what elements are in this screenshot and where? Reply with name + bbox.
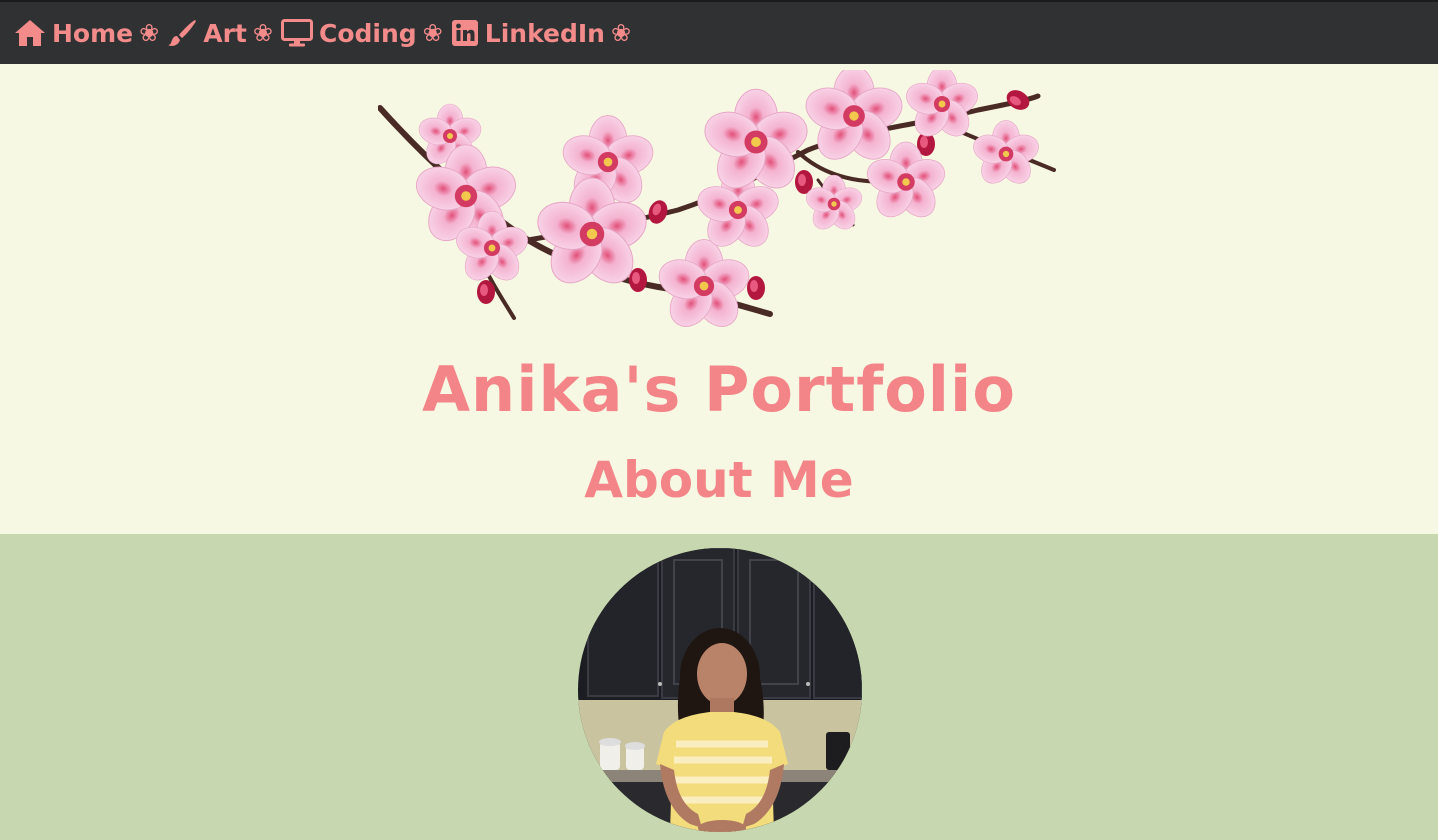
home-icon: [15, 20, 45, 46]
nav-linkedin-label: LinkedIn: [484, 18, 605, 48]
nav-separator: ❀: [610, 19, 632, 47]
section-heading: About Me: [584, 451, 854, 509]
top-nav-bar: Home ❀ Art ❀ Coding ❀ LinkedIn ❀: [0, 0, 1438, 64]
about-section: [0, 534, 1438, 840]
cherry-blossom-branch-image: [378, 70, 1056, 334]
page-title: Anika's Portfolio: [422, 353, 1016, 426]
profile-photo-image: [578, 548, 862, 832]
nav-home-label: Home: [52, 18, 134, 48]
nav-art-label: Art: [203, 18, 247, 48]
nav-separator: ❀: [252, 19, 273, 47]
nav-linkedin-link[interactable]: LinkedIn: [451, 19, 605, 48]
desktop-icon: [280, 19, 313, 47]
profile-photo: [578, 548, 862, 832]
linkedin-icon: [451, 20, 478, 46]
nav-separator: ❀: [139, 19, 160, 47]
paintbrush-icon: [168, 20, 197, 46]
nav-separator: ❀: [422, 19, 443, 47]
nav-coding-label: Coding: [318, 18, 417, 48]
hero-section: Anika's Portfolio About Me: [0, 64, 1438, 534]
nav-coding-link[interactable]: Coding: [280, 18, 417, 48]
nav-art-link[interactable]: Art: [167, 19, 247, 48]
nav-home-link[interactable]: Home: [14, 19, 133, 48]
